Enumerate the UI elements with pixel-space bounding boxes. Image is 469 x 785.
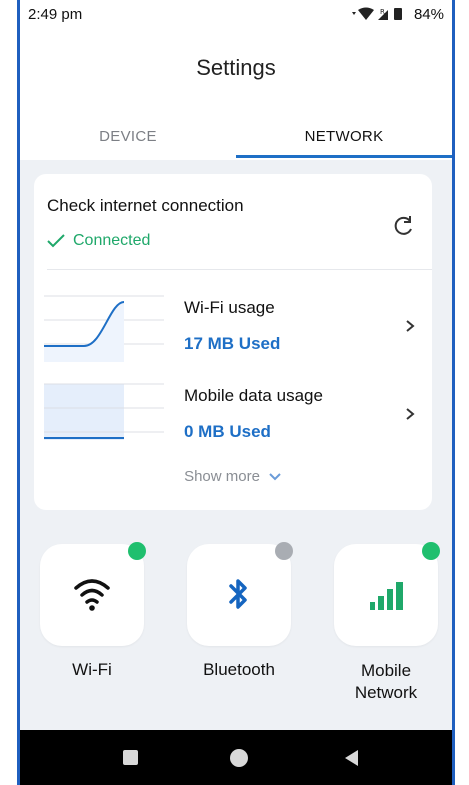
connection-card: Check internet connection Connected Wi-F… [34, 174, 432, 510]
mobile-network-label-line1: Mobile [360, 661, 412, 680]
wifi-usage-graph [44, 295, 164, 362]
wifi-usage-value: 17 MB Used [184, 334, 281, 353]
tab-device[interactable]: DEVICE [20, 118, 236, 158]
mobile-data-usage-graph [44, 383, 164, 440]
mobile-data-usage-value: 0 MB Used [184, 422, 271, 441]
card-divider [47, 269, 432, 270]
status-icons: R 84% [350, 6, 444, 23]
app-frame: 2:49 pm R 84% Settings DEVICE NETWORK Ch… [0, 0, 469, 785]
svg-text:R: R [380, 8, 385, 16]
page-title: Settings [196, 55, 276, 80]
refresh-icon[interactable] [392, 214, 416, 238]
connection-status: Connected [47, 232, 150, 250]
show-more-label: Show more [184, 468, 260, 485]
bluetooth-tile-label: Bluetooth [203, 660, 275, 679]
chevron-right-icon [406, 408, 415, 420]
show-more-button[interactable]: Show more [34, 468, 432, 485]
wifi-tile[interactable] [40, 542, 146, 646]
network-content: Check internet connection Connected Wi-F… [20, 160, 452, 730]
bluetooth-status-dot [275, 542, 293, 560]
wifi-tile-label: Wi-Fi [72, 660, 112, 679]
mobile-network-tile-label: Mobile Network [316, 660, 452, 704]
wifi-status-dot [128, 542, 146, 560]
cellular-signal-icon [370, 582, 403, 610]
bluetooth-tile[interactable] [187, 542, 293, 646]
tab-bar: DEVICE NETWORK [20, 118, 452, 158]
home-button[interactable] [230, 749, 248, 767]
phone-screen: 2:49 pm R 84% Settings DEVICE NETWORK Ch… [17, 0, 455, 785]
bluetooth-icon [229, 579, 247, 609]
recent-apps-button[interactable] [123, 750, 138, 765]
wifi-usage-row[interactable]: Wi-Fi usage 17 MB Used [34, 292, 432, 362]
status-bar: 2:49 pm R 84% [20, 0, 452, 28]
chevron-down-icon [269, 472, 281, 480]
wifi-usage-label: Wi-Fi usage [184, 298, 275, 317]
signal-icon: R [351, 7, 402, 20]
mobile-network-label-line2: Network [354, 683, 418, 702]
chevron-right-icon [406, 320, 415, 332]
connection-status-text: Connected [73, 232, 151, 249]
wifi-icon [74, 579, 110, 611]
mobile-network-tile[interactable] [334, 542, 440, 646]
mobile-data-usage-row[interactable]: Mobile data usage 0 MB Used [34, 380, 432, 450]
connection-card-title: Check internet connection [47, 196, 244, 215]
system-navigation-bar [20, 730, 452, 785]
checkmark-icon [47, 234, 65, 248]
status-time: 2:49 pm [28, 5, 83, 23]
back-button[interactable] [342, 748, 360, 768]
mobile-network-status-dot [422, 542, 440, 560]
mobile-data-usage-label: Mobile data usage [184, 386, 323, 405]
tab-network[interactable]: NETWORK [236, 118, 452, 158]
quick-settings-tiles: Wi-Fi Bluetooth Mobile Network [20, 536, 452, 706]
battery-percent: 84% [413, 5, 444, 23]
